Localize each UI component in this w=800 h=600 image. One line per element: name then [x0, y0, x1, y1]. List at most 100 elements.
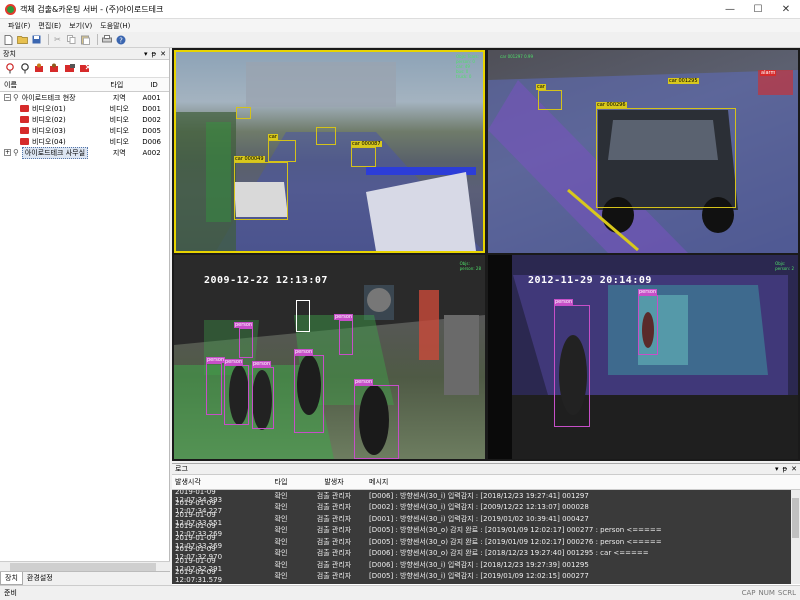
menu-file[interactable]: 파일(F)	[8, 21, 30, 31]
help-icon[interactable]: ?	[115, 34, 126, 45]
log-panel: 로그 ▾ ᵽ ✕ 발생시각 타입 발생자 메시지 2019-01-09 12:0…	[172, 463, 800, 585]
log-row[interactable]: 2019-01-09 12:07:33.269 확인 검출 관리자 [D005] : …	[172, 534, 800, 550]
detection-box	[252, 367, 274, 429]
col-source-header[interactable]: 발생자	[303, 477, 365, 487]
menu-view[interactable]: 보기(V)	[69, 21, 92, 31]
tree-item-id: A001	[142, 93, 161, 102]
camera-2-stats-overlay: car 001297 0.99	[500, 54, 534, 59]
log-row[interactable]: 2019-01-09 12:07:33.269 확인 검출 관리자 [D005] : …	[172, 522, 800, 538]
detection-label: car	[268, 134, 278, 140]
log-type: 확인	[274, 503, 288, 512]
print-icon[interactable]	[101, 34, 112, 45]
close-icon[interactable]: ✕	[791, 465, 797, 473]
video-grid: car 000049 car car 000087 Objs: Tcars: pe…	[172, 48, 800, 461]
remove-site-icon[interactable]	[19, 63, 31, 74]
pin-icon[interactable]: ᵽ	[782, 465, 787, 473]
log-row[interactable]: 2019-01-09 12:07:33.551 확인 검출 관리자 [D001] : …	[172, 511, 800, 527]
log-type: 확인	[274, 526, 288, 535]
tree-item-id: D005	[142, 126, 161, 135]
log-row[interactable]: 2019-01-09 12:07:34.227 확인 검출 관리자 [D002] : …	[172, 499, 800, 515]
log-type: 확인	[274, 514, 288, 523]
tree-item-label: 비디오(02)	[32, 115, 66, 124]
menu-edit[interactable]: 편집(E)	[38, 21, 61, 31]
device-panel: 장치 ▾ ᵽ ✕ 이름 타입 ID − ⚲ 아이로드테크 현장 지역 A001 비디…	[0, 48, 170, 585]
camera-settings-icon[interactable]	[64, 63, 76, 74]
camera-view-2[interactable]: car 000296 car car 001295 alarm car 0012…	[488, 50, 798, 253]
log-source: 검출 관리자	[316, 514, 352, 523]
col-time-header[interactable]: 발생시각	[172, 477, 259, 487]
detection-box	[296, 300, 310, 332]
log-source: 검출 관리자	[316, 537, 352, 546]
detection-label: person	[234, 322, 254, 328]
pin-icon[interactable]: ᵽ	[151, 50, 156, 58]
col-message-header[interactable]: 메시지	[365, 477, 800, 487]
copy-icon[interactable]	[66, 34, 77, 45]
minimize-button[interactable]: —	[716, 0, 744, 19]
camera-view-4[interactable]: 2012-11-29 20:14:09 person person Objs: p…	[488, 255, 798, 459]
detection-label: car 001295	[668, 78, 699, 84]
detection-box	[638, 295, 658, 355]
camera-view-1[interactable]: car 000049 car car 000087 Objs: Tcars: pe…	[174, 50, 485, 253]
col-type-header[interactable]: 타입	[259, 477, 303, 487]
device-tree-hscrollbar[interactable]	[0, 561, 170, 571]
log-source: 검출 관리자	[316, 503, 352, 512]
log-source: 검출 관리자	[316, 549, 352, 558]
camera-icon	[20, 138, 29, 145]
new-file-icon[interactable]	[3, 34, 14, 45]
save-icon[interactable]	[31, 34, 42, 45]
tree-row-camera-3[interactable]: 비디오(03) 비디오 D005	[0, 125, 169, 136]
col-name-header[interactable]: 이름	[0, 80, 94, 90]
camera-view-3[interactable]: 2009-12-22 12:13:07 person person person…	[174, 255, 485, 459]
remove-camera-icon[interactable]	[49, 63, 61, 74]
status-text: 준비	[4, 589, 17, 597]
dropdown-icon[interactable]: ▾	[144, 50, 148, 58]
menu-help[interactable]: 도움말(H)	[100, 21, 130, 31]
cut-icon[interactable]: ✂	[52, 34, 63, 45]
close-button[interactable]: ✕	[772, 0, 800, 19]
detection-label: person	[554, 299, 574, 305]
log-message: [D005] : 방향센서(30_o) 감지 완료 : [2019/01/09 …	[369, 526, 662, 535]
toolbar-divider	[48, 34, 49, 45]
detection-box	[554, 305, 590, 427]
log-message: [D006] : 방향센서(30_i) 입력감지 : [2018/12/23 1…	[369, 491, 589, 500]
toolbar-divider	[97, 34, 98, 45]
tree-item-label: 비디오(04)	[32, 137, 66, 146]
tab-settings[interactable]: 환경설정	[23, 572, 57, 585]
device-tree: − ⚲ 아이로드테크 현장 지역 A001 비디오(01) 비디오 D001 비디오…	[0, 92, 169, 159]
collapse-toggle-icon[interactable]: −	[4, 94, 11, 101]
tree-row-camera-2[interactable]: 비디오(02) 비디오 D002	[0, 114, 169, 125]
paste-icon[interactable]	[80, 34, 91, 45]
dropdown-icon[interactable]: ▾	[775, 465, 779, 473]
log-row[interactable]: 2019-01-09 12:07:31.579 확인 검출 관리자 [D005] : …	[172, 568, 800, 584]
close-icon[interactable]: ✕	[160, 50, 166, 58]
detection-box	[234, 162, 288, 220]
tree-item-type: 비디오	[109, 115, 129, 124]
log-row[interactable]: 2019-01-09 12:07:32.291 확인 검출 관리자 [D006] : …	[172, 557, 800, 573]
tree-row-site-2[interactable]: + ⚲ 아이로드테크 사무실 지역 A002	[0, 146, 169, 159]
log-row[interactable]: 2019-01-09 12:07:34.393 확인 검출 관리자 [D006] : …	[172, 490, 800, 504]
log-vscrollbar[interactable]	[791, 490, 800, 584]
scrollbar-thumb[interactable]	[10, 563, 156, 571]
add-site-icon[interactable]	[4, 63, 16, 74]
scrl-indicator: SCRL	[777, 589, 796, 597]
detection-label: car 000296	[596, 102, 627, 108]
location-pin-icon: ⚲	[13, 148, 19, 157]
open-folder-icon[interactable]	[17, 34, 28, 45]
tree-row-site-1[interactable]: − ⚲ 아이로드테크 현장 지역 A001	[0, 92, 169, 103]
detection-box	[239, 328, 253, 358]
tree-item-type: 비디오	[109, 126, 129, 135]
add-camera-icon[interactable]	[34, 63, 46, 74]
col-type-header[interactable]: 타입	[94, 80, 139, 90]
expand-toggle-icon[interactable]: +	[4, 149, 11, 156]
tree-row-camera-1[interactable]: 비디오(01) 비디오 D001	[0, 103, 169, 114]
scrollbar-thumb[interactable]	[792, 498, 799, 538]
detection-box	[339, 320, 353, 355]
col-id-header[interactable]: ID	[139, 81, 169, 89]
tab-devices[interactable]: 장치	[0, 572, 23, 585]
camera-remove-icon[interactable]	[79, 63, 91, 74]
alarm-label: alarm	[760, 70, 777, 76]
maximize-button[interactable]: ☐	[744, 0, 772, 19]
detection-label: car 000087	[351, 141, 382, 147]
log-row[interactable]: 2019-01-09 12:07:32.970 확인 검출 관리자 [D006] : …	[172, 545, 800, 561]
tree-row-camera-4[interactable]: 비디오(04) 비디오 D006	[0, 136, 169, 147]
